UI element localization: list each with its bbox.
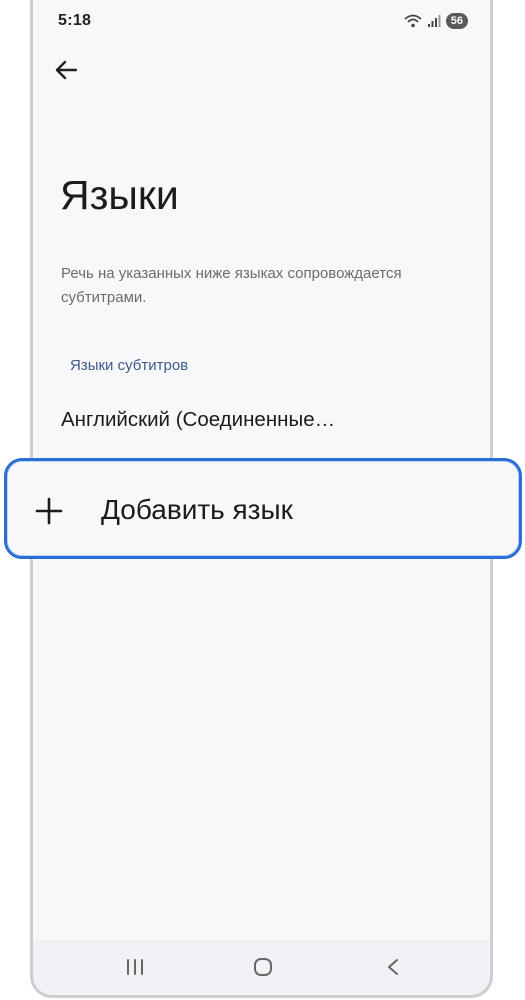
plus-icon [35,497,63,525]
navigation-bar [30,940,493,998]
nav-back-button[interactable] [385,958,401,981]
status-bar: 5:18 56 [58,10,468,32]
page-title: Языки [60,172,179,218]
status-icons: 56 [404,13,468,29]
recent-apps-button[interactable] [125,958,145,981]
section-header-subtitle-languages: Языки субтитров [70,357,189,374]
home-icon [254,958,272,976]
arrow-left-icon [55,60,77,80]
add-language-button[interactable]: Добавить язык [4,458,522,559]
status-time: 5:18 [58,12,92,29]
page-description: Речь на указанных ниже языках сопровожда… [61,265,402,306]
battery-icon: 56 [445,13,468,29]
back-button[interactable] [50,54,82,86]
wifi-icon [404,14,422,28]
home-button[interactable] [253,958,273,981]
add-language-label: Добавить язык [101,494,293,525]
list-item-language[interactable]: Английский (Соединенные… [61,408,461,432]
signal-icon [427,15,441,27]
recent-apps-icon [127,959,143,975]
back-icon [388,959,398,975]
